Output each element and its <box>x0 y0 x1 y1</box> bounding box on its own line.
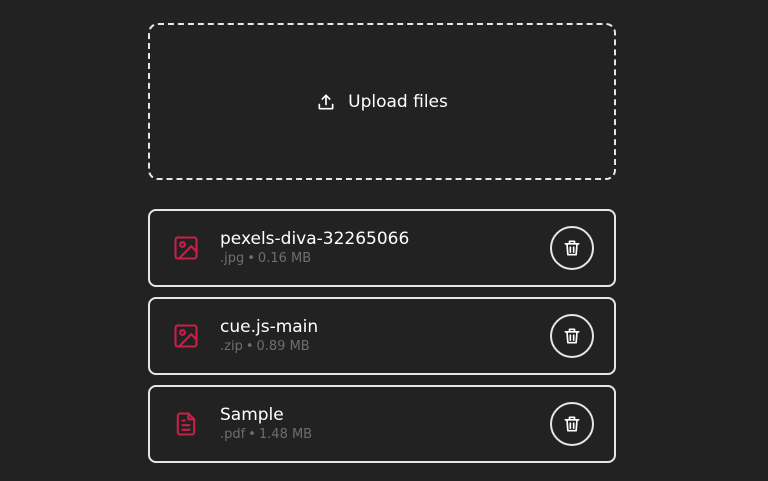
file-info: pexels-diva-32265066 .jpg • 0.16 MB <box>220 229 550 267</box>
file-item: pexels-diva-32265066 .jpg • 0.16 MB <box>148 209 616 287</box>
file-info: Sample .pdf • 1.48 MB <box>220 405 550 443</box>
file-list: pexels-diva-32265066 .jpg • 0.16 MB cue.… <box>148 209 616 463</box>
upload-dropzone[interactable]: Upload files <box>148 23 616 180</box>
file-name: Sample <box>220 405 284 425</box>
file-extension: .zip <box>220 339 243 354</box>
delete-file-button[interactable] <box>550 226 594 270</box>
file-item: Sample .pdf • 1.48 MB <box>148 385 616 463</box>
upload-dropzone-content: Upload files <box>316 92 448 112</box>
upload-icon <box>316 92 336 112</box>
delete-file-button[interactable] <box>550 402 594 446</box>
file-name: cue.js-main <box>220 317 319 337</box>
trash-icon <box>562 326 582 346</box>
file-size: 0.89 MB <box>256 339 310 354</box>
file-meta: .zip • 0.89 MB <box>220 339 310 354</box>
image-icon <box>172 234 200 262</box>
file-size: 1.48 MB <box>258 427 313 442</box>
file-extension: .pdf <box>220 427 246 442</box>
delete-file-button[interactable] <box>550 314 594 358</box>
trash-icon <box>562 238 582 258</box>
file-info: cue.js-main .zip • 0.89 MB <box>220 317 550 355</box>
uploader: Upload files pexels-diva-32265066 .jpg • 0… <box>148 23 616 463</box>
file-name: pexels-diva-32265066 <box>220 229 410 249</box>
file-size: 0.16 MB <box>257 251 312 266</box>
file-meta: .jpg • 0.16 MB <box>220 251 312 266</box>
document-icon <box>172 410 200 438</box>
trash-icon <box>562 414 582 434</box>
file-item: cue.js-main .zip • 0.89 MB <box>148 297 616 375</box>
upload-label: Upload files <box>348 91 448 112</box>
file-extension: .jpg <box>220 251 245 266</box>
file-meta: .pdf • 1.48 MB <box>220 427 313 442</box>
image-icon <box>172 322 200 350</box>
